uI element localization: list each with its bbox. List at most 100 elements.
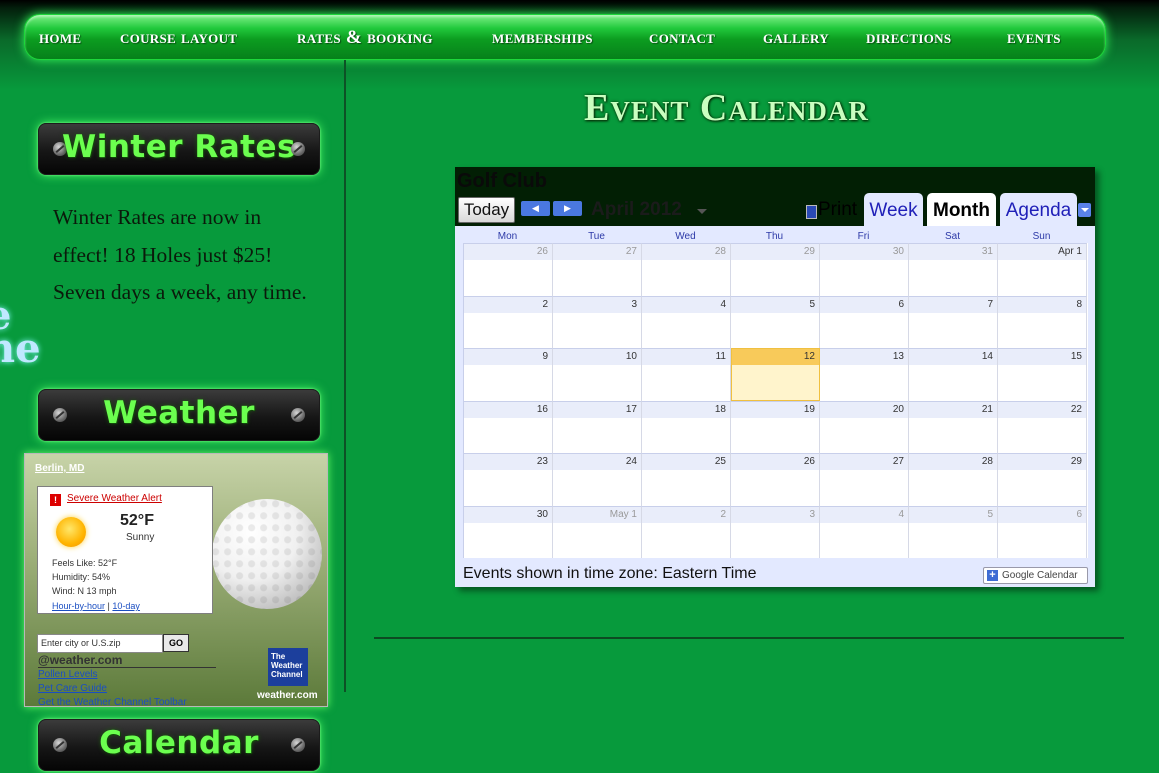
date-number[interactable]: 18	[715, 404, 726, 415]
calendar-day-cell[interactable]: 10	[553, 348, 642, 401]
print-link[interactable]: Print	[818, 199, 857, 221]
date-number[interactable]: 26	[804, 456, 815, 467]
current-month[interactable]: April 2012	[591, 199, 682, 221]
date-number[interactable]: 30	[537, 509, 548, 520]
calendar-day-cell[interactable]: 31	[909, 243, 998, 296]
date-number[interactable]: 17	[626, 404, 637, 415]
calendar-day-cell[interactable]: Apr 1	[998, 243, 1087, 296]
pollen-link[interactable]: Pollen Levels	[38, 669, 97, 680]
date-number[interactable]: 20	[893, 404, 904, 415]
calendar-day-cell[interactable]: 2	[642, 505, 731, 558]
weather-location[interactable]: Berlin, MD	[35, 463, 84, 474]
date-number[interactable]: 3	[631, 299, 637, 310]
date-number[interactable]: 3	[809, 509, 815, 520]
calendar-day-cell[interactable]: 28	[909, 453, 998, 506]
calendar-day-cell[interactable]: 24	[553, 453, 642, 506]
calendar-day-cell[interactable]: 26	[731, 453, 820, 506]
calendar-day-cell[interactable]: 21	[909, 400, 998, 453]
date-number[interactable]: 5	[809, 299, 815, 310]
calendar-day-cell[interactable]: 30	[820, 243, 909, 296]
calendar-day-cell[interactable]: 27	[820, 453, 909, 506]
date-number[interactable]: 28	[982, 456, 993, 467]
calendar-day-cell[interactable]: 15	[998, 348, 1087, 401]
weather-site[interactable]: weather.com	[257, 690, 318, 701]
calendar-day-cell[interactable]: 3	[731, 505, 820, 558]
pet-care-link[interactable]: Pet Care Guide	[38, 683, 107, 694]
date-number[interactable]: 9	[542, 351, 548, 362]
date-number[interactable]: 29	[1071, 456, 1082, 467]
calendar-day-cell[interactable]: 25	[642, 453, 731, 506]
date-number[interactable]: 21	[982, 404, 993, 415]
nav-memberships[interactable]: Memberships	[492, 27, 593, 49]
calendar-day-cell[interactable]: 5	[909, 505, 998, 558]
date-number[interactable]: 2	[720, 509, 726, 520]
date-number[interactable]: 24	[626, 456, 637, 467]
calendar-day-cell[interactable]: 11	[642, 348, 731, 401]
date-number[interactable]: 27	[893, 456, 904, 467]
nav-rates-booking[interactable]: Rates & Booking	[297, 27, 433, 49]
nav-gallery[interactable]: Gallery	[763, 27, 829, 49]
calendar-day-cell[interactable]: 20	[820, 400, 909, 453]
calendar-day-cell[interactable]: 14	[909, 348, 998, 401]
date-number[interactable]: 10	[626, 351, 637, 362]
date-number[interactable]: 6	[1076, 509, 1082, 520]
nav-course-layout[interactable]: Course Layout	[120, 27, 237, 49]
date-number[interactable]: 30	[893, 246, 904, 257]
chevron-down-icon[interactable]	[697, 209, 707, 214]
date-number[interactable]: 6	[898, 299, 904, 310]
today-button[interactable]: Today	[458, 197, 515, 223]
date-number[interactable]: 4	[898, 509, 904, 520]
calendar-day-cell[interactable]: 12	[731, 348, 820, 401]
calendar-day-cell[interactable]: 2	[464, 295, 553, 348]
calendar-day-cell[interactable]: 7	[909, 295, 998, 348]
weather-channel-logo[interactable]: The Weather Channel	[268, 648, 308, 686]
nav-home[interactable]: Home	[39, 27, 81, 49]
calendar-day-cell[interactable]: 26	[464, 243, 553, 296]
calendar-day-cell[interactable]: 8	[998, 295, 1087, 348]
tab-agenda[interactable]: Agenda	[1000, 193, 1077, 226]
calendar-day-cell[interactable]: 23	[464, 453, 553, 506]
date-number[interactable]: 7	[987, 299, 993, 310]
calendar-day-cell[interactable]: 6	[998, 505, 1087, 558]
severe-weather-link[interactable]: Severe Weather Alert	[67, 493, 162, 504]
zip-input[interactable]: Enter city or U.S.zip	[37, 634, 163, 653]
tab-month[interactable]: Month	[927, 193, 996, 226]
go-button[interactable]: GO	[163, 634, 189, 652]
tab-week[interactable]: Week	[864, 193, 923, 226]
calendar-day-cell[interactable]: 22	[998, 400, 1087, 453]
nav-directions[interactable]: Directions	[866, 27, 951, 49]
calendar-day-cell[interactable]: 27	[553, 243, 642, 296]
date-number[interactable]: May 1	[610, 509, 637, 520]
date-number[interactable]: 13	[893, 351, 904, 362]
date-number[interactable]: 12	[804, 351, 815, 362]
calendar-day-cell[interactable]: 30	[464, 505, 553, 558]
calendar-day-cell[interactable]: 29	[731, 243, 820, 296]
calendar-day-cell[interactable]: 3	[553, 295, 642, 348]
calendar-day-cell[interactable]: 28	[642, 243, 731, 296]
date-number[interactable]: 5	[987, 509, 993, 520]
date-number[interactable]: 15	[1071, 351, 1082, 362]
print-icon[interactable]	[806, 205, 817, 219]
toolbar-link[interactable]: Get the Weather Channel Toolbar	[38, 697, 187, 706]
calendar-day-cell[interactable]: 13	[820, 348, 909, 401]
calendar-day-cell[interactable]: 19	[731, 400, 820, 453]
date-number[interactable]: 2	[542, 299, 548, 310]
date-number[interactable]: 11	[716, 351, 726, 362]
date-number[interactable]: 8	[1076, 299, 1082, 310]
date-number[interactable]: 23	[537, 456, 548, 467]
calendar-day-cell[interactable]: 9	[464, 348, 553, 401]
nav-events[interactable]: Events	[1007, 27, 1061, 49]
calendar-day-cell[interactable]: 4	[820, 505, 909, 558]
next-month-button[interactable]: ▶	[553, 201, 582, 216]
calendar-day-cell[interactable]: 5	[731, 295, 820, 348]
tab-menu-icon[interactable]	[1078, 203, 1091, 217]
date-number[interactable]: 14	[982, 351, 993, 362]
hourly-link[interactable]: Hour-by-hour	[52, 601, 105, 611]
ten-day-link[interactable]: 10-day	[112, 601, 140, 611]
date-number[interactable]: 4	[720, 299, 726, 310]
nav-contact[interactable]: Contact	[649, 27, 715, 49]
date-number[interactable]: 29	[804, 246, 815, 257]
date-number[interactable]: 31	[982, 246, 993, 257]
date-number[interactable]: 19	[804, 404, 815, 415]
date-number[interactable]: 22	[1071, 404, 1082, 415]
